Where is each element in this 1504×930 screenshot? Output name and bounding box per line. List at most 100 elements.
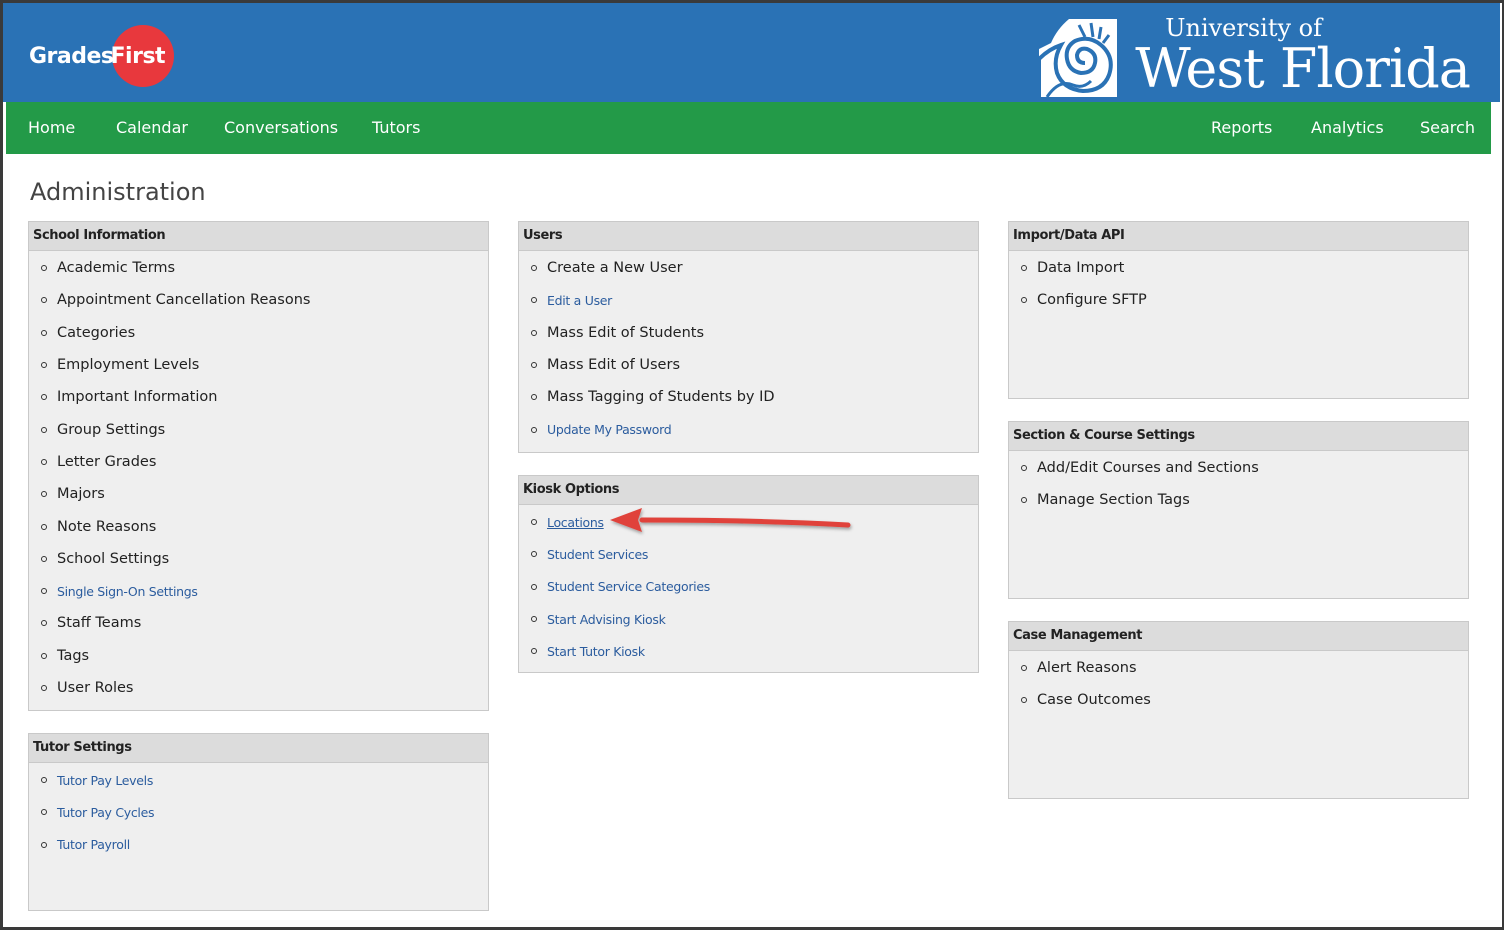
panel-header: School Information [29,222,488,251]
list-item-label: Employment Levels [57,357,200,374]
list-item[interactable]: Categories [29,317,488,349]
list-item-label: Alert Reasons [1037,660,1137,677]
list-item-label: Tags [57,647,90,664]
list-item[interactable]: Case Outcomes [1009,684,1468,716]
list-item[interactable]: Appointment Cancellation Reasons [29,284,488,316]
bullet-icon [531,648,537,655]
list-item[interactable]: Majors [29,478,488,510]
bullet-icon [531,583,537,590]
bullet-icon [41,685,47,691]
bullet-icon [41,265,47,272]
list-item[interactable]: Staff Teams [29,607,488,639]
top-header: Grades First University of West Florida [3,3,1500,102]
list-item-link[interactable]: Tutor Pay Levels [57,773,153,788]
list-item-label: User Roles [57,680,134,696]
list-item[interactable]: Tags [29,640,488,672]
list-item[interactable]: Academic Terms [29,252,488,284]
gradesfirst-logo[interactable]: Grades First [29,25,174,87]
list-item[interactable]: Update My Password [519,413,978,445]
list-item[interactable]: User Roles [29,672,488,704]
list-item[interactable]: Add/Edit Courses and Sections [1009,452,1468,484]
list-item-label: Data Import [1037,260,1125,277]
main-nav: Home Calendar Conversations Tutors Repor… [6,102,1491,154]
nav-tutors[interactable]: Tutors [372,102,420,154]
list-item[interactable]: Mass Edit of Users [519,349,978,381]
nav-home[interactable]: Home [28,102,75,154]
list-item[interactable]: Configure SFTP [1009,284,1468,316]
list-item-link[interactable]: Tutor Payroll [57,837,130,852]
bullet-icon [1021,465,1027,472]
bullet-icon [41,297,47,304]
list-item[interactable]: Important Information [29,381,488,413]
list-item[interactable]: Student Services [519,538,978,570]
bullet-icon [41,841,47,848]
list-item-link[interactable]: Tutor Pay Cycles [57,805,155,820]
list-item-link[interactable]: Start Tutor Kiosk [547,644,645,659]
bullet-icon [41,620,47,627]
nav-analytics[interactable]: Analytics [1311,102,1384,154]
panel-list: Academic Terms Appointment Cancellation R… [29,251,488,704]
panel-list: Create a New User Edit a User Mass Edit of… [519,251,978,446]
list-item-label: Appointment Cancellation Reasons [57,292,311,309]
bullet-icon [41,555,47,562]
list-item[interactable]: Start Tutor Kiosk [519,635,978,667]
list-item[interactable]: Single Sign-On Settings [29,575,488,607]
bullet-icon [41,523,47,530]
list-item-label: Academic Terms [57,260,176,277]
list-item-label: Note Reasons [57,518,157,535]
panel-list: Alert Reasons Case Outcomes [1009,651,1468,717]
bullet-icon [531,616,537,623]
bullet-icon [531,362,537,369]
bullet-icon [1021,697,1027,704]
bullet-icon [41,491,47,498]
list-item-link[interactable]: Student Service Categories [547,579,710,594]
list-item[interactable]: Note Reasons [29,510,488,542]
bullet-icon [531,297,537,304]
list-item-link[interactable]: Single Sign-On Settings [57,584,198,599]
list-item[interactable]: Mass Edit of Students [519,317,978,349]
nautilus-shell-icon [1039,19,1118,97]
panel-users: Users Create a New User Edit a User Mass E… [518,221,979,453]
list-item[interactable]: Tutor Pay Cycles [29,796,488,828]
list-item[interactable]: Manage Section Tags [1009,484,1468,516]
nav-calendar[interactable]: Calendar [116,102,188,154]
list-item-link[interactable]: Student Services [547,547,648,562]
list-item[interactable]: Tutor Payroll [29,829,488,861]
list-item-link[interactable]: Edit a User [547,293,612,308]
list-item[interactable]: School Settings [29,543,488,575]
list-item-link[interactable]: Locations [547,515,604,530]
list-item-label: Group Settings [57,421,166,438]
list-item[interactable]: Data Import [1009,252,1468,284]
list-item-label: Mass Tagging of Students by ID [547,389,775,406]
bullet-icon [531,265,537,272]
gradesfirst-logo-circle: First [110,25,174,87]
gradesfirst-logo-text-first: First [110,43,166,69]
bullet-icon [41,652,47,659]
list-item[interactable]: Start Advising Kiosk [519,603,978,635]
nav-search[interactable]: Search [1420,102,1475,154]
list-item-label: Case Outcomes [1037,692,1151,709]
panel-case-management: Case Management Alert Reasons Case Outcom… [1008,621,1469,799]
list-item[interactable]: Mass Tagging of Students by ID [519,381,978,413]
list-item-label: Categories [57,324,136,341]
list-item[interactable]: Letter Grades [29,446,488,478]
uwf-logo: University of West Florida [1039,15,1471,100]
uwf-wordmark: University of West Florida [1135,15,1471,100]
list-item[interactable]: Student Service Categories [519,571,978,603]
uwf-wordmark-line2: West Florida [1135,37,1471,100]
nav-reports[interactable]: Reports [1211,102,1272,154]
list-item-link[interactable]: Update My Password [547,422,672,437]
list-item[interactable]: Employment Levels [29,349,488,381]
list-item[interactable]: Alert Reasons [1009,652,1468,684]
bullet-icon [531,426,537,433]
list-item[interactable]: Group Settings [29,413,488,445]
list-item[interactable]: Create a New User [519,252,978,284]
list-item-link[interactable]: Start Advising Kiosk [547,612,666,627]
list-item-label: Important Information [57,389,218,406]
bullet-icon [41,777,47,784]
list-item[interactable]: Tutor Pay Levels [29,764,488,796]
bullet-icon [1021,497,1027,504]
list-item-label: Add/Edit Courses and Sections [1037,460,1259,477]
list-item[interactable]: Edit a User [519,284,978,316]
nav-conversations[interactable]: Conversations [224,102,338,154]
